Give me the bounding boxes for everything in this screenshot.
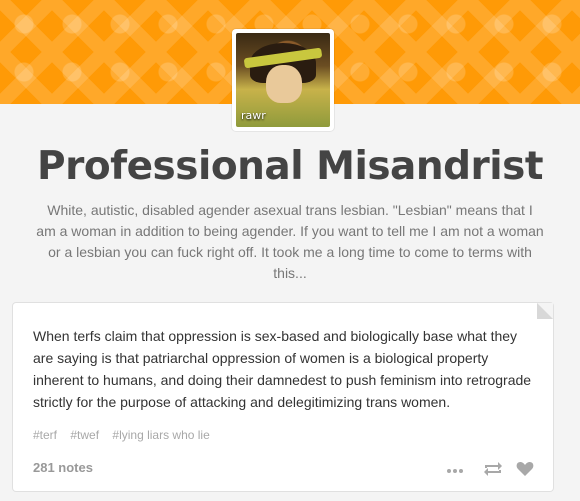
blog-title[interactable]: Professional Misandrist — [0, 144, 580, 189]
avatar-image: rawr — [236, 33, 330, 127]
reblog-icon[interactable] — [482, 459, 504, 479]
avatar-caption: rawr — [241, 109, 266, 122]
tag-link[interactable]: #twef — [70, 428, 99, 442]
tag-link[interactable]: #terf — [33, 428, 57, 442]
notes-count[interactable]: 281 notes — [33, 460, 93, 475]
post-card: When terfs claim that oppression is sex-… — [13, 303, 553, 491]
post-footer: 281 notes — [33, 459, 535, 479]
post-tags: #terf #twef #lying liars who lie — [33, 428, 220, 442]
blog-description: White, autistic, disabled agender asexua… — [36, 202, 544, 281]
post-corner-fold — [537, 303, 553, 319]
more-icon[interactable] — [445, 459, 465, 479]
avatar-face — [266, 65, 302, 103]
blog-avatar[interactable]: rawr — [232, 29, 334, 131]
post-body: When terfs claim that oppression is sex-… — [33, 328, 532, 410]
heart-icon[interactable] — [515, 459, 535, 479]
tag-link[interactable]: #lying liars who lie — [112, 428, 209, 442]
